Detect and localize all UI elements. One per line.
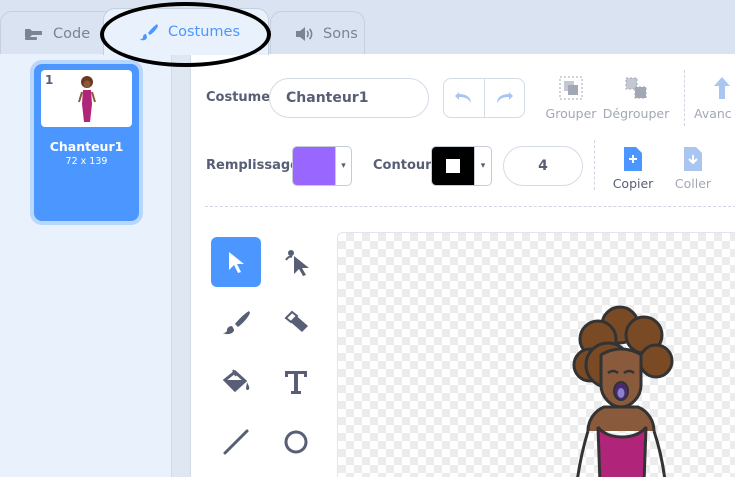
toolbar-separator [205,206,735,207]
costume-list: 1 Chanteur1 72 x 139 [0,54,172,477]
group-button[interactable]: Grouper [536,74,606,121]
outline-width-input[interactable]: 4 [503,146,583,186]
costume-item[interactable]: 1 Chanteur1 72 x 139 [34,64,139,221]
redo-icon [497,92,514,103]
group-icon [559,76,583,100]
paste-button[interactable]: Coller [658,146,728,191]
reshape-icon [285,250,309,276]
brush-icon [223,311,250,335]
text-icon [285,371,307,394]
outline-color-picker[interactable]: ▾ [431,146,492,186]
brush-tool[interactable] [211,297,261,347]
drawing-canvas[interactable] [337,232,735,477]
ungroup-label: Dégrouper [602,106,670,121]
select-tool[interactable] [211,237,261,287]
select-arrow-icon [229,252,244,273]
fill-tool[interactable] [211,357,261,407]
eraser-tool[interactable] [271,297,321,347]
singer-costume-image [572,305,674,477]
outline-label: Contour [373,158,432,173]
forward-label: Avanc [694,106,732,121]
group-label: Grouper [545,106,597,121]
costume-number: 1 [45,73,54,87]
circle-icon [284,430,308,454]
toolbar-divider [594,140,595,190]
arrow-up-icon [714,77,730,99]
tab-code-label: Code [53,25,91,42]
text-tool[interactable] [271,357,321,407]
fill-color-swatch [293,147,335,185]
ungroup-button[interactable]: Dégrouper [601,74,671,121]
paint-editor: Costume Chanteur1 Grouper Dégrouper Avan… [190,54,735,477]
paste-icon [684,147,702,171]
costume-size: 72 x 139 [65,156,108,167]
line-icon [223,429,249,455]
outline-dropdown-caret: ▾ [474,147,491,185]
outline-color-swatch [432,147,474,185]
costume-name-label: Costume [206,90,271,105]
editor-tabs: Code Sons Costumes [0,0,735,67]
undo-icon [454,92,471,103]
undo-redo-group [443,78,525,118]
copy-icon [624,147,642,171]
fill-label: Remplissage [206,158,299,173]
costume-name: Chanteur1 [49,139,124,154]
toolbar-divider [684,70,685,126]
scroll-gutter [172,54,190,477]
forward-button[interactable]: Avanc [694,74,735,121]
paste-label: Coller [674,176,712,191]
copy-label: Copier [612,176,654,191]
ungroup-icon [625,77,647,99]
tab-sounds-label: Sons [323,25,358,42]
tab-costumes-label: Costumes [168,24,241,40]
tab-costumes[interactable]: Costumes [103,8,269,55]
line-tool[interactable] [211,417,261,467]
code-blocks-icon [23,25,45,43]
speaker-icon [293,25,315,43]
reshape-tool[interactable] [271,237,321,287]
redo-button[interactable] [483,79,525,117]
costume-name-input[interactable]: Chanteur1 [269,78,429,118]
circle-tool[interactable] [271,417,321,467]
fill-dropdown-caret: ▾ [335,147,351,185]
undo-button[interactable] [444,79,484,117]
eraser-icon [284,310,308,332]
tab-sounds[interactable]: Sons [270,11,365,55]
costume-thumbnail: 1 [41,70,132,127]
paintbrush-icon [138,23,160,41]
fill-color-picker[interactable]: ▾ [292,146,352,186]
fill-bucket-icon [222,369,250,393]
singer-thumbnail-image [78,76,96,122]
